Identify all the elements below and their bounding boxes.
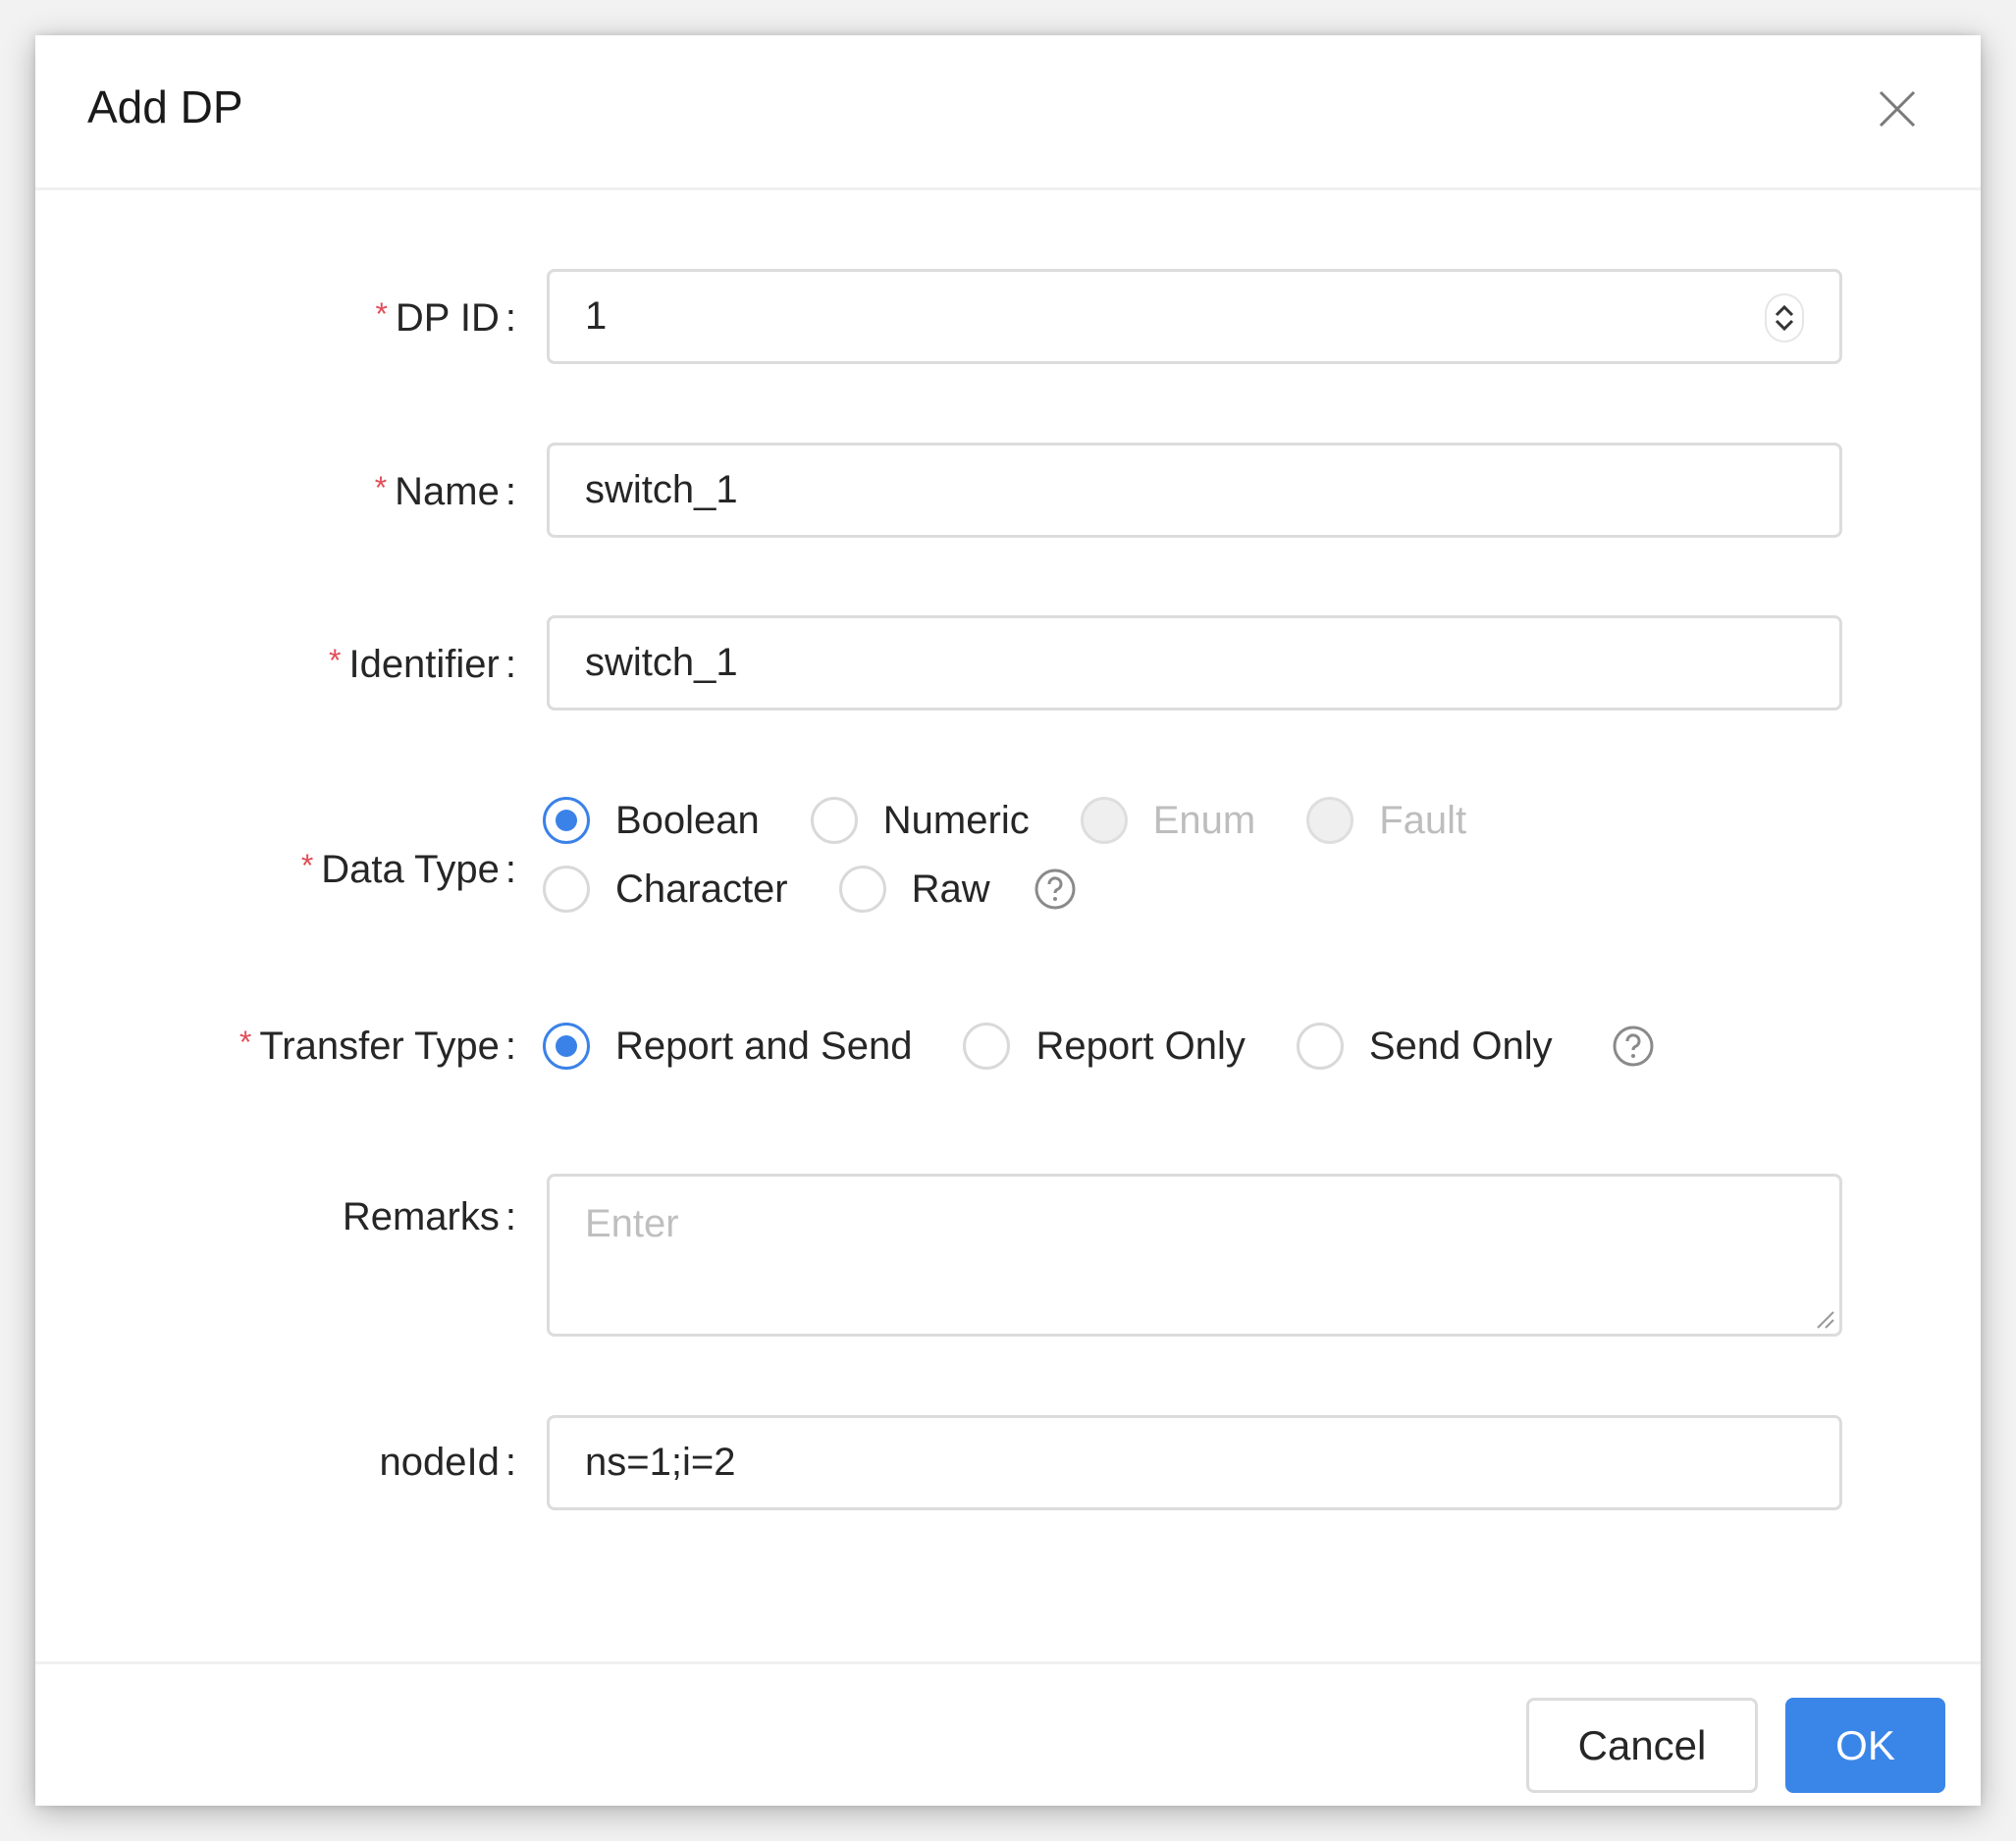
radio-boolean[interactable]: Boolean (543, 797, 760, 844)
remarks-label: Remarks : (343, 1195, 516, 1239)
remarks-placeholder: Enter (585, 1202, 679, 1245)
dp-id-input[interactable]: 1 (547, 269, 1842, 364)
dp-id-label-text: DP ID (395, 296, 500, 340)
radio-label: Fault (1379, 798, 1467, 842)
node-id-input[interactable]: ns=1;i=2 (547, 1415, 1842, 1510)
radio-label: Report Only (1035, 1024, 1246, 1068)
required-mark: * (375, 296, 388, 332)
radio-label: Numeric (882, 798, 1030, 842)
add-dp-dialog: Add DP * DP ID : 1 * Name: switch_1 * I… (35, 35, 1981, 1806)
radio-character[interactable]: Character (543, 866, 788, 913)
data-type-radio-group-row1: Boolean Numeric Enum Fault (543, 797, 1515, 844)
radio-circle (543, 797, 590, 844)
identifier-label: * Identifier : (329, 643, 516, 687)
node-id-label: nodeId : (380, 1441, 516, 1485)
close-button[interactable] (1875, 86, 1920, 132)
radio-label: Enum (1152, 798, 1256, 842)
chevron-down-icon[interactable] (1774, 318, 1795, 332)
cancel-button[interactable]: Cancel (1526, 1698, 1758, 1793)
data-type-label: * Data Type : (301, 848, 516, 892)
label-colon: : (504, 643, 516, 686)
transfer-type-label: * Transfer Type : (239, 1025, 516, 1069)
radio-circle (543, 866, 590, 913)
label-colon: : (504, 1441, 516, 1484)
radio-send-only[interactable]: Send Only (1296, 1023, 1553, 1070)
radio-circle (1306, 797, 1354, 844)
name-input[interactable]: switch_1 (547, 443, 1842, 538)
remarks-textarea[interactable]: Enter (547, 1174, 1842, 1337)
data-type-label-text: Data Type (321, 848, 500, 891)
transfer-type-radio-group: Report and Send Report Only Send Only (543, 1023, 1655, 1070)
required-mark: * (300, 848, 314, 883)
radio-circle (1296, 1023, 1344, 1070)
radio-circle (838, 866, 886, 913)
dialog-title: Add DP (87, 81, 243, 132)
help-circle-icon[interactable] (1034, 868, 1077, 911)
required-mark: * (239, 1025, 252, 1060)
radio-label: Character (615, 867, 788, 911)
number-stepper[interactable] (1765, 293, 1804, 342)
radio-circle (810, 797, 858, 844)
label-colon: : (504, 470, 516, 513)
node-id-label-text: nodeId (379, 1441, 500, 1484)
dp-id-value: 1 (585, 294, 608, 338)
radio-label: Raw (911, 867, 990, 911)
label-colon: : (504, 1025, 516, 1068)
data-type-radio-group-row2: Character Raw (543, 866, 1077, 913)
footer-divider (35, 1661, 1981, 1664)
required-mark: * (374, 470, 388, 505)
label-colon: : (504, 296, 516, 340)
identifier-value: switch_1 (585, 641, 738, 684)
remarks-label-text: Remarks (342, 1195, 500, 1238)
radio-label: Boolean (615, 798, 760, 842)
radio-label: Send Only (1368, 1024, 1553, 1068)
close-icon (1879, 90, 1916, 128)
name-label-text: Name (395, 470, 500, 513)
radio-label: Report and Send (615, 1024, 913, 1068)
radio-circle (1080, 797, 1128, 844)
radio-circle (963, 1023, 1011, 1070)
radio-enum[interactable]: Enum (1080, 797, 1256, 844)
radio-raw[interactable]: Raw (838, 866, 990, 913)
dp-id-label: * DP ID : (375, 296, 516, 341)
chevron-up-icon[interactable] (1774, 304, 1795, 318)
required-mark: * (329, 643, 342, 678)
name-value: switch_1 (585, 468, 738, 511)
label-colon: : (504, 848, 516, 891)
radio-report-and-send[interactable]: Report and Send (543, 1023, 912, 1070)
help-circle-icon[interactable] (1612, 1025, 1655, 1068)
radio-report-only[interactable]: Report Only (963, 1023, 1246, 1070)
radio-fault[interactable]: Fault (1306, 797, 1466, 844)
dialog-header: Add DP (35, 35, 1981, 190)
identifier-label-text: Identifier (348, 643, 500, 686)
ok-button[interactable]: OK (1785, 1698, 1945, 1793)
identifier-input[interactable]: switch_1 (547, 615, 1842, 710)
name-label: * Name : (375, 470, 516, 514)
label-colon: : (504, 1195, 516, 1238)
resize-handle-icon[interactable] (1814, 1308, 1835, 1330)
transfer-type-label-text: Transfer Type (259, 1025, 500, 1068)
radio-circle (543, 1023, 590, 1070)
node-id-value: ns=1;i=2 (585, 1441, 736, 1484)
radio-numeric[interactable]: Numeric (810, 797, 1030, 844)
